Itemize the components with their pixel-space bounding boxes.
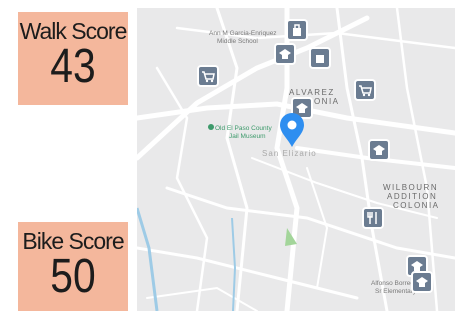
walk-score-badge: Walk Score 43 — [18, 12, 128, 105]
neighborhood-label-line2: ADDITION — [387, 192, 437, 201]
walk-score-value: 43 — [50, 40, 96, 93]
grocery-cart-marker-icon[interactable] — [354, 79, 376, 101]
school-label: Ann M Garcia-Enriquez — [209, 30, 277, 37]
museum-label: Old El Paso County — [215, 125, 272, 132]
neighborhood-label: WILBOURN — [383, 183, 438, 192]
shopping-bag-marker-icon[interactable] — [309, 47, 331, 69]
school-marker-icon[interactable] — [274, 43, 296, 65]
location-pin-icon[interactable] — [280, 113, 304, 147]
canal — [137, 207, 159, 311]
bottom-school-label-line2: Sr Elementary — [375, 288, 417, 295]
museum-label-line2: Jail Museum — [229, 133, 265, 140]
bike-score-value: 50 — [50, 250, 96, 303]
neighborhood-label: ALVAREZ — [289, 88, 335, 97]
town-label: San Elizario — [262, 149, 317, 158]
restaurant-marker-icon[interactable] — [362, 207, 384, 229]
school-label-line2: Middle School — [217, 38, 258, 45]
neighborhood-label-line3: COLONIA — [393, 201, 440, 210]
map-canvas[interactable]: Ann M Garcia-Enriquez Middle School ALVA… — [137, 8, 455, 311]
grocery-cart-marker-icon[interactable] — [197, 65, 219, 87]
school-marker-icon[interactable] — [411, 271, 433, 293]
bottom-school-label: Alfonso Borrego — [371, 280, 418, 287]
school-marker-icon[interactable] — [368, 139, 390, 161]
neighborhood-map[interactable]: Ann M Garcia-Enriquez Middle School ALVA… — [137, 8, 455, 311]
bike-score-badge: Bike Score 50 — [18, 222, 128, 311]
shopping-bag-marker-icon[interactable] — [286, 19, 308, 41]
museum-icon[interactable] — [208, 124, 214, 130]
